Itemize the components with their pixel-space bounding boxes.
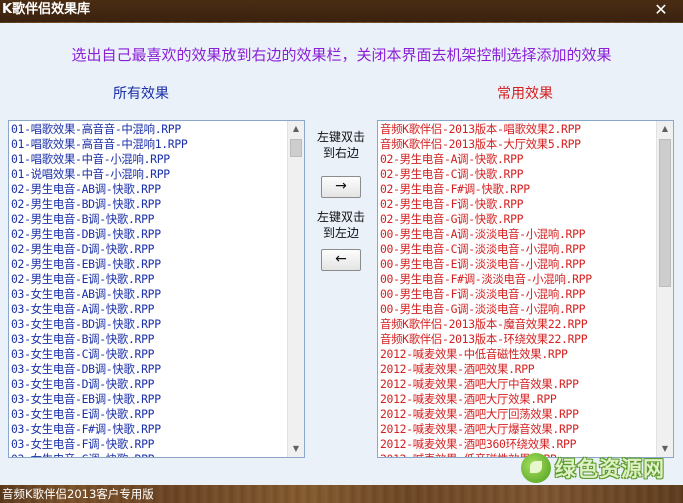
common-effects-title: 常用效果 [497, 86, 553, 102]
status-bar: 音频K歌伴侣2013客户专用版 [2, 487, 154, 501]
list-item[interactable]: 2012-喊麦效果-酒吧大厅回荡效果.RPP [380, 407, 656, 422]
list-item[interactable]: 00-男生电音-A调-淡淡电音-小混响.RPP [380, 227, 656, 242]
title-bar: K歌伴侣效果库 ✕ [0, 0, 683, 22]
list-item[interactable]: 03-女生电音-DB调-快歌.RPP [11, 362, 287, 377]
list-item[interactable]: 02-男生电音-F调-快歌.RPP [380, 197, 656, 212]
list-item[interactable]: 2012-喊麦效果-酒吧大厅中音效果.RPP [380, 377, 656, 392]
list-item[interactable]: 03-女生电音-E调-快歌.RPP [11, 407, 287, 422]
effects-library-panel: 选出自己最喜欢的效果放到右边的效果栏，关闭本界面去机架控制选择添加的效果 所有效… [0, 23, 683, 485]
list-item[interactable]: 02-男生电音-B调-快歌.RPP [11, 212, 287, 227]
all-effects-items: 01-唱歌效果-高音音-中混响.RPP 01-唱歌效果-高音音-中混响1.RPP 0… [9, 121, 287, 457]
move-left-button[interactable]: ← [321, 249, 361, 271]
all-effects-list[interactable]: 01-唱歌效果-高音音-中混响.RPP 01-唱歌效果-高音音-中混响1.RPP 0… [8, 120, 305, 458]
remove-hint-line1: 左键双击 [316, 210, 365, 224]
list-item[interactable]: 2012-喊麦效果-酒吧大厅爆音效果.RPP [380, 422, 656, 437]
add-hint-label: 左键双击 到右边 [305, 129, 377, 161]
common-effects-items: 音频K歌伴侣-2013版本-唱歌效果2.RPP 音频K歌伴侣-2013版本-大厅效… [378, 121, 656, 457]
common-effects-scrollbar[interactable]: ▲ ▼ [656, 121, 673, 457]
list-item[interactable]: 00-男生电音-F调-淡淡电音-小混响.RPP [380, 287, 656, 302]
list-item[interactable]: 01-唱歌效果-高音音-中混响1.RPP [11, 137, 287, 152]
list-item[interactable]: 01-说唱效果-中音-小混响.RPP [11, 167, 287, 182]
list-item[interactable]: 03-女生电音-BD调-快歌.RPP [11, 317, 287, 332]
scroll-up-icon[interactable]: ▲ [288, 121, 304, 137]
list-item[interactable]: 03-女生电音-AB调-快歌.RPP [11, 287, 287, 302]
list-item[interactable]: 2012-喊麦效果-酒吧大厅效果.RPP [380, 392, 656, 407]
list-item[interactable]: 音频K歌伴侣-2013版本-唱歌效果2.RPP [380, 122, 656, 137]
list-item[interactable]: 02-男生电音-BD调-快歌.RPP [11, 197, 287, 212]
list-item[interactable]: 03-女生电音-A调-快歌.RPP [11, 302, 287, 317]
window-title: K歌伴侣效果库 [2, 2, 91, 17]
list-item[interactable]: 2012-喊麦效果-中低音磁性效果.RPP [380, 347, 656, 362]
list-item[interactable]: 01-唱歌效果-中音-小混响.RPP [11, 152, 287, 167]
list-item[interactable]: 02-男生电音-E调-快歌.RPP [11, 272, 287, 287]
scroll-thumb[interactable] [290, 139, 302, 157]
list-item[interactable]: 00-男生电音-F#调-淡淡电音-小混响.RPP [380, 272, 656, 287]
instruction-text: 选出自己最喜欢的效果放到右边的效果栏，关闭本界面去机架控制选择添加的效果 [71, 46, 612, 64]
list-item[interactable]: 02-男生电音-G调-快歌.RPP [380, 212, 656, 227]
list-item[interactable]: 02-男生电音-AB调-快歌.RPP [11, 182, 287, 197]
list-item[interactable]: 03-女生电音-G调-快歌.RPP [11, 452, 287, 457]
app-window: K歌伴侣效果库 ✕ 选出自己最喜欢的效果放到右边的效果栏，关闭本界面去机架控制选… [0, 0, 683, 503]
list-item[interactable]: 02-男生电音-EB调-快歌.RPP [11, 257, 287, 272]
add-hint-line2: 到右边 [322, 146, 359, 160]
list-item[interactable]: 03-女生电音-EB调-快歌.RPP [11, 392, 287, 407]
leaf-logo-icon [521, 453, 551, 483]
list-item[interactable]: 音频K歌伴侣-2013版本-环绕效果22.RPP [380, 332, 656, 347]
list-item[interactable]: 03-女生电音-D调-快歌.RPP [11, 377, 287, 392]
list-item[interactable]: 03-女生电音-F#调-快歌.RPP [11, 422, 287, 437]
list-item[interactable]: 02-男生电音-C调-快歌.RPP [380, 167, 656, 182]
list-item[interactable]: 2012-喊麦效果-酒吧效果.RPP [380, 362, 656, 377]
list-item[interactable]: 02-男生电音-A调-快歌.RPP [380, 152, 656, 167]
close-icon[interactable]: ✕ [651, 0, 671, 20]
list-item[interactable]: 02-男生电音-D调-快歌.RPP [11, 242, 287, 257]
list-item[interactable]: 03-女生电音-C调-快歌.RPP [11, 347, 287, 362]
list-item[interactable]: 01-唱歌效果-高音音-中混响.RPP [11, 122, 287, 137]
all-effects-scrollbar[interactable]: ▲ ▼ [287, 121, 304, 457]
all-effects-title: 所有效果 [113, 86, 169, 102]
list-item[interactable]: 音频K歌伴侣-2013版本-大厅效果5.RPP [380, 137, 656, 152]
list-item[interactable]: 03-女生电音-F调-快歌.RPP [11, 437, 287, 452]
remove-hint-line2: 到左边 [322, 226, 359, 240]
watermark-text: 绿色资源网 [555, 457, 665, 481]
move-right-button[interactable]: → [321, 176, 361, 198]
common-effects-list[interactable]: 音频K歌伴侣-2013版本-唱歌效果2.RPP 音频K歌伴侣-2013版本-大厅效… [377, 120, 674, 458]
list-item[interactable]: 音频K歌伴侣-2013版本-魔音效果22.RPP [380, 317, 656, 332]
watermark: 绿色资源网 [521, 449, 665, 487]
list-item[interactable]: 02-男生电音-F#调-快歌.RPP [380, 182, 656, 197]
list-item[interactable]: 00-男生电音-E调-淡淡电音-小混响.RPP [380, 257, 656, 272]
scroll-up-icon[interactable]: ▲ [657, 121, 673, 137]
list-item[interactable]: 02-男生电音-DB调-快歌.RPP [11, 227, 287, 242]
list-item[interactable]: 03-女生电音-B调-快歌.RPP [11, 332, 287, 347]
remove-hint-label: 左键双击 到左边 [305, 209, 377, 241]
list-item[interactable]: 00-男生电音-C调-淡淡电音-小混响.RPP [380, 242, 656, 257]
list-item[interactable]: 00-男生电音-G调-淡淡电音-小混响.RPP [380, 302, 656, 317]
scroll-down-icon[interactable]: ▼ [288, 441, 304, 457]
add-hint-line1: 左键双击 [316, 130, 365, 144]
scroll-thumb[interactable] [659, 139, 671, 287]
